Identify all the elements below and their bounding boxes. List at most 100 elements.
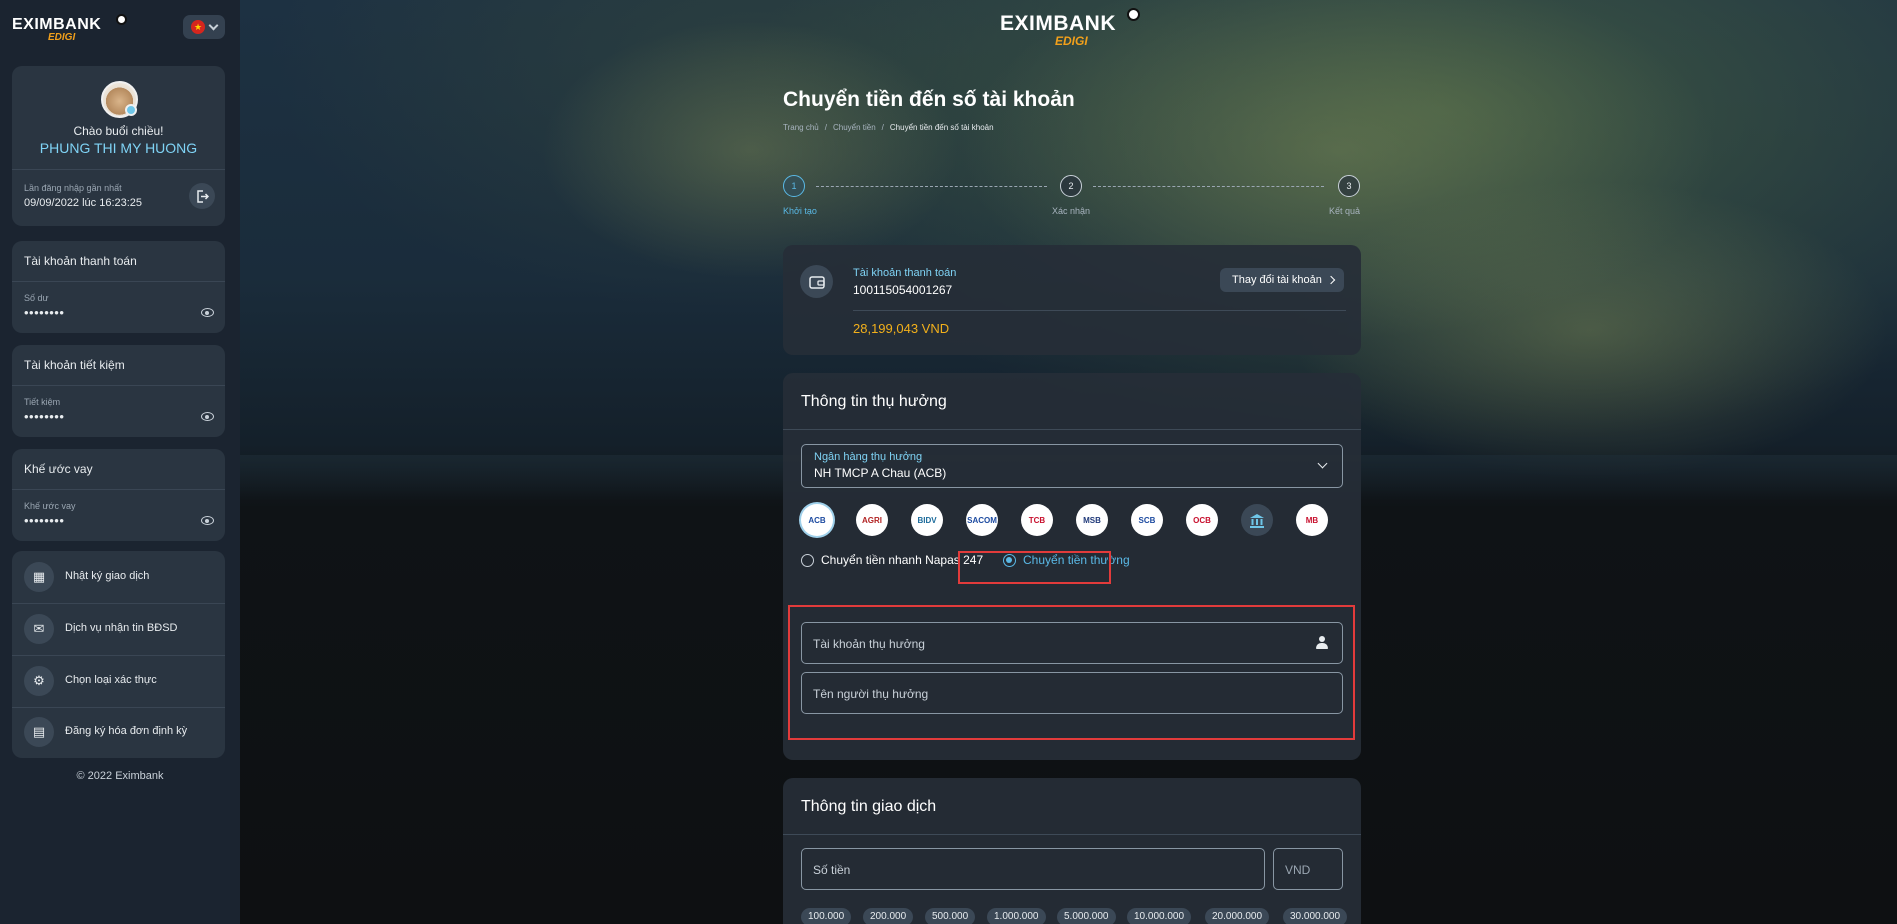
language-selector[interactable]: ★ xyxy=(183,15,225,39)
amount-chip[interactable]: 500.000 xyxy=(925,908,976,924)
menu-item-balance-notification[interactable]: ✉ Dịch vụ nhận tin BĐSD xyxy=(12,603,225,655)
loan-account-card[interactable]: Khế ước vay Khế ước vay •••••••• xyxy=(12,449,225,541)
radio-napas-247[interactable]: Chuyển tiền nhanh Napas 247 xyxy=(801,553,983,567)
bank-logo-sacombank[interactable]: SACOM xyxy=(966,504,998,536)
chevron-right-icon xyxy=(1326,275,1336,285)
radio-dot xyxy=(801,553,814,567)
bank-logo-mb[interactable]: MB xyxy=(1296,504,1328,536)
bank-building-glyph xyxy=(1250,513,1264,528)
bank-logo-techcombank[interactable]: TCB xyxy=(1021,504,1053,536)
quick-bank-list: ACB AGRI BIDV SACOM TCB MSB SCB OCB MB xyxy=(801,504,1343,536)
amount-chips: 100.000 200.000 500.000 1.000.000 5.000.… xyxy=(801,908,1348,924)
menu-item-transaction-log[interactable]: ▦ Nhật ký giao dịch xyxy=(12,551,225,603)
shield-settings-icon: ⚙ xyxy=(24,666,54,696)
logout-button[interactable] xyxy=(189,183,215,209)
bank-logo-bidv[interactable]: BIDV xyxy=(911,504,943,536)
account-title: Tài khoản thanh toán xyxy=(24,254,137,268)
bank-select-value: NH TMCP A Chau (ACB) xyxy=(814,466,947,480)
user-name: PHUNG THI MY HUONG xyxy=(39,140,198,156)
transaction-panel: Thông tin giao dịch Số tiền VND 100.000 … xyxy=(783,778,1361,924)
menu-item-recurring-bill[interactable]: ▤ Đăng ký hóa đơn định kỳ xyxy=(12,706,225,758)
page-title: Chuyển tiền đến số tài khoản xyxy=(783,88,1075,111)
amount-chip[interactable]: 20.000.000 xyxy=(1205,908,1270,924)
logo-text: EXIMBANK xyxy=(1000,12,1117,35)
step-3-label: Kết quả xyxy=(1329,206,1361,216)
breadcrumb-home[interactable]: Trang chủ xyxy=(783,123,819,132)
amount-input[interactable]: Số tiền xyxy=(801,848,1265,890)
step-2: 2 xyxy=(1060,175,1082,197)
step-connector xyxy=(1093,186,1324,187)
source-account-title: Tài khoản thanh toán xyxy=(853,267,957,279)
beneficiary-heading: Thông tin thụ hưởng xyxy=(801,393,947,410)
palm-foliage xyxy=(540,20,960,280)
chevron-down-icon xyxy=(208,20,219,30)
savings-account-card[interactable]: Tài khoản tiết kiệm Tiết kiệm •••••••• xyxy=(12,345,225,437)
step-2-label: Xác nhận xyxy=(1052,206,1091,216)
money-message-icon: ✉ xyxy=(24,614,54,644)
bank-select-label: Ngân hàng thụ hưởng xyxy=(814,451,923,463)
breadcrumb: Trang chủ / Chuyển tiền / Chuyển tiền đến số… xyxy=(783,123,994,132)
logout-icon xyxy=(196,189,209,203)
currency-field: VND xyxy=(1273,848,1343,890)
account-sub-label: Khế ước vay xyxy=(24,501,76,511)
step-1-label: Khởi tạo xyxy=(783,206,817,216)
source-account-number: 100115054001267 xyxy=(853,283,953,297)
highlight-box xyxy=(788,605,1355,740)
source-balance: 28,199,043 VND xyxy=(853,321,950,336)
account-sub-label: Số dư xyxy=(24,293,49,303)
bank-logo-agribank[interactable]: AGRI xyxy=(856,504,888,536)
account-title: Khế ước vay xyxy=(24,462,93,476)
currency-label: VND xyxy=(1285,863,1311,877)
wallet-icon xyxy=(800,265,833,298)
change-account-button[interactable]: Thay đổi tài khoản xyxy=(1220,268,1344,292)
stepper: 1 2 3 Khởi tạo Xác nhận Kết quả xyxy=(783,175,1361,225)
user-card: Chào buổi chiều! PHUNG THI MY HUONG Lần … xyxy=(12,66,225,226)
menu-item-auth-type[interactable]: ⚙ Chọn loại xác thực xyxy=(12,655,225,707)
sidebar: EXIMBANK EDIGI ★ Chào buổi chiều! PHUNG … xyxy=(0,0,240,924)
logo-subtext: EDIGI xyxy=(1055,34,1088,48)
avatar-edit-icon[interactable] xyxy=(125,104,137,116)
account-title: Tài khoản tiết kiệm xyxy=(24,358,125,372)
eye-icon[interactable] xyxy=(201,516,214,525)
menu-label: Chọn loại xác thực xyxy=(65,674,157,686)
beneficiary-bank-select[interactable]: Ngân hàng thụ hưởng NH TMCP A Chau (ACB) xyxy=(801,444,1343,488)
amount-chip[interactable]: 200.000 xyxy=(863,908,914,924)
menu-label: Đăng ký hóa đơn định kỳ xyxy=(65,725,188,737)
menu-label: Nhật ký giao dịch xyxy=(65,570,150,582)
amount-chip[interactable]: 30.000.000 xyxy=(1283,908,1348,924)
amount-chip[interactable]: 100.000 xyxy=(801,908,852,924)
menu-label: Dịch vụ nhận tin BĐSD xyxy=(65,622,178,634)
divider xyxy=(12,489,225,490)
amount-chip[interactable]: 1.000.000 xyxy=(987,908,1046,924)
bank-building-icon[interactable] xyxy=(1241,504,1273,536)
source-account-panel: Tài khoản thanh toán 100115054001267 Tha… xyxy=(783,245,1361,355)
last-login-time: 09/09/2022 lúc 16:23:25 xyxy=(24,197,143,209)
last-login-label: Lần đăng nhập gần nhất xyxy=(24,183,122,193)
palm-foliage xyxy=(1290,180,1890,480)
chevron-down-icon xyxy=(1317,458,1328,469)
amount-chip[interactable]: 10.000.000 xyxy=(1127,908,1192,924)
bill-icon: ▤ xyxy=(24,717,54,747)
highlight-box xyxy=(958,551,1111,584)
input-placeholder: Số tiền xyxy=(813,863,851,877)
change-account-label: Thay đổi tài khoản xyxy=(1232,274,1322,286)
breadcrumb-current: Chuyển tiền đến số tài khoản xyxy=(889,123,994,132)
calendar-icon: ▦ xyxy=(24,562,54,592)
eye-icon[interactable] xyxy=(201,308,214,317)
masked-balance: •••••••• xyxy=(24,305,65,320)
amount-chip[interactable]: 5.000.000 xyxy=(1057,908,1116,924)
eye-icon[interactable] xyxy=(201,412,214,421)
bank-logo-scb[interactable]: SCB xyxy=(1131,504,1163,536)
payment-account-card[interactable]: Tài khoản thanh toán Số dư •••••••• xyxy=(12,241,225,333)
sidebar-menu: ▦ Nhật ký giao dịch ✉ Dịch vụ nhận tin B… xyxy=(12,551,225,758)
bank-logo-acb[interactable]: ACB xyxy=(801,504,833,536)
header-logo[interactable]: EXIMBANK EDIGI xyxy=(1000,8,1140,48)
transaction-heading: Thông tin giao dịch xyxy=(801,798,937,815)
eximbank-logo[interactable]: EXIMBANK EDIGI xyxy=(12,14,127,43)
bank-logo-msb[interactable]: MSB xyxy=(1076,504,1108,536)
masked-balance: •••••••• xyxy=(24,513,65,528)
step-3: 3 xyxy=(1338,175,1360,197)
breadcrumb-transfer[interactable]: Chuyển tiền xyxy=(833,123,876,132)
bank-logo-ocb[interactable]: OCB xyxy=(1186,504,1218,536)
account-sub-label: Tiết kiệm xyxy=(24,397,61,407)
